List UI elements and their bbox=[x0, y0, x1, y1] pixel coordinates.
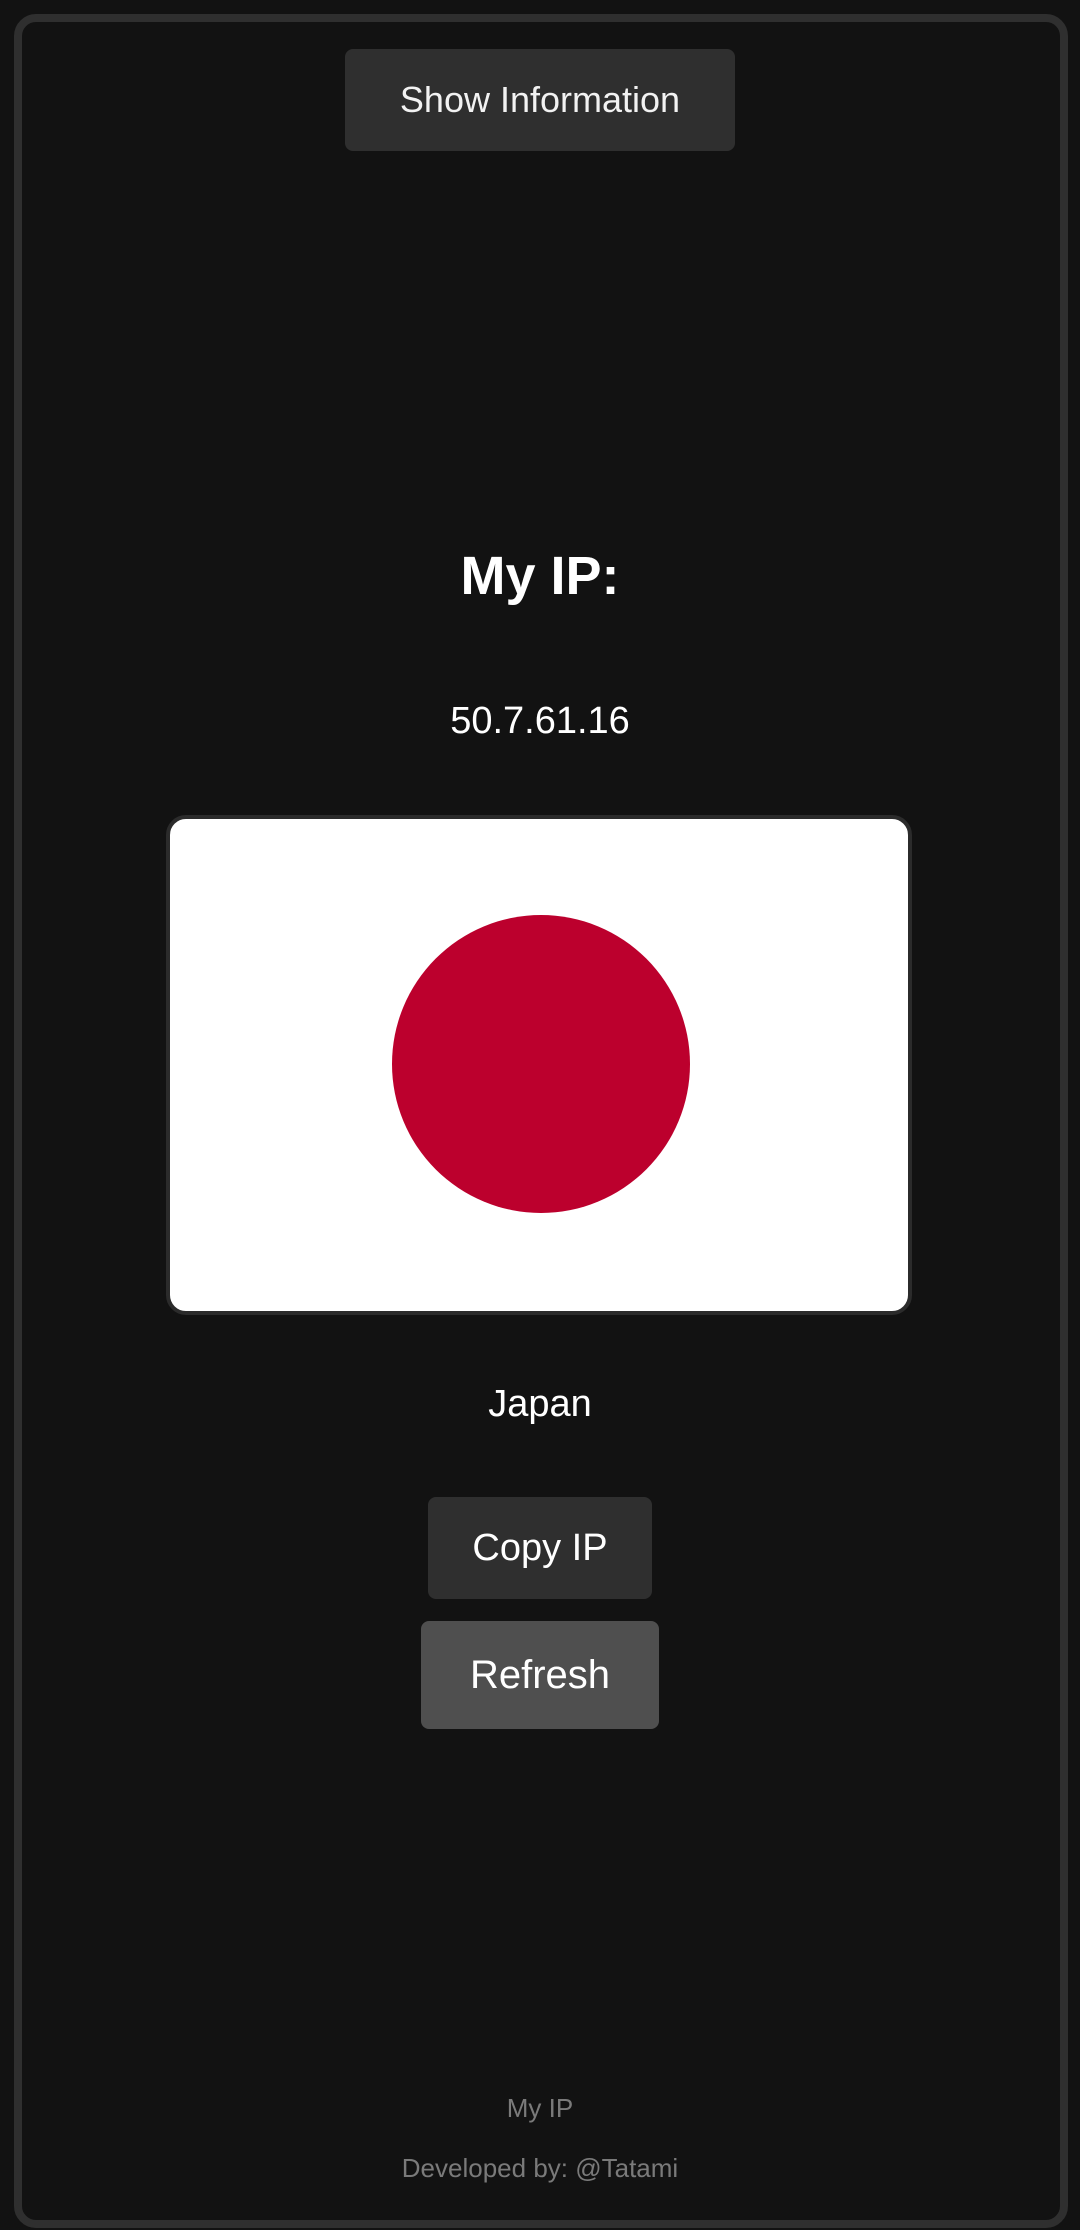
ip-address: 50.7.61.16 bbox=[450, 700, 630, 742]
country-flag-image bbox=[166, 815, 912, 1315]
show-information-button[interactable]: Show Information bbox=[345, 49, 735, 151]
footer-app-name: My IP bbox=[506, 2093, 574, 2123]
flag-sun-disc bbox=[392, 915, 690, 1213]
refresh-button[interactable]: Refresh bbox=[421, 1621, 659, 1729]
footer-developer-credit: Developed by: @Tatami bbox=[401, 2153, 679, 2183]
country-name: Japan bbox=[488, 1383, 592, 1425]
page-title: My IP: bbox=[460, 546, 620, 606]
copy-ip-button[interactable]: Copy IP bbox=[428, 1497, 652, 1599]
